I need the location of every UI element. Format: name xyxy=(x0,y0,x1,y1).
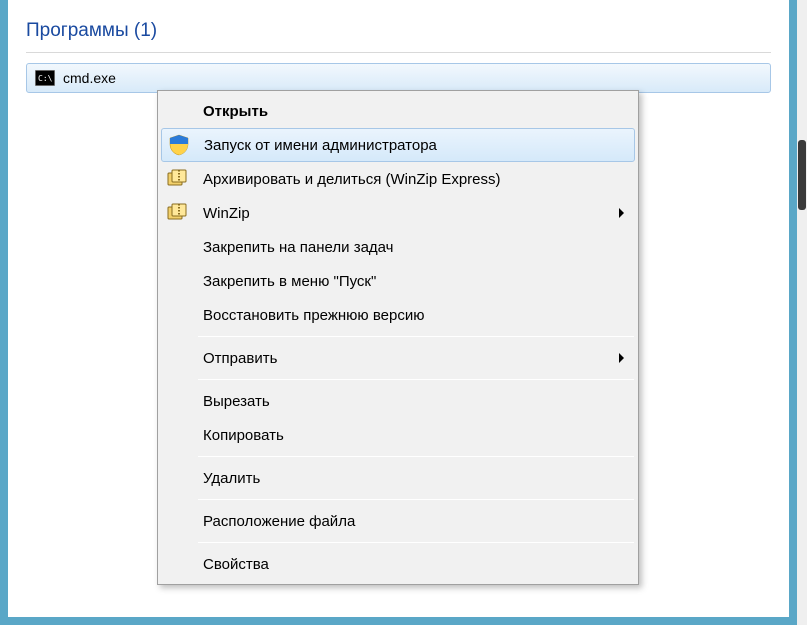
menu-item-restore-previous[interactable]: Восстановить прежнюю версию xyxy=(160,298,636,332)
search-result-item[interactable]: C:\ cmd.exe xyxy=(26,63,771,93)
shield-icon xyxy=(168,134,190,156)
result-label: cmd.exe xyxy=(63,70,116,86)
menu-separator xyxy=(198,379,634,380)
menu-item-properties[interactable]: Свойства xyxy=(160,547,636,581)
menu-label: Закрепить на панели задач xyxy=(203,239,394,256)
menu-separator xyxy=(198,456,634,457)
menu-item-run-as-admin[interactable]: Запуск от имени администратора xyxy=(161,128,635,162)
menu-item-winzip[interactable]: WinZip xyxy=(160,196,636,230)
menu-item-delete[interactable]: Удалить xyxy=(160,461,636,495)
menu-label: Открыть xyxy=(203,103,268,120)
menu-label: Отправить xyxy=(203,350,277,367)
chevron-right-icon xyxy=(619,208,624,218)
menu-item-file-location[interactable]: Расположение файла xyxy=(160,504,636,538)
menu-item-open[interactable]: Открыть xyxy=(160,94,636,128)
menu-item-winzip-express[interactable]: Архивировать и делиться (WinZip Express) xyxy=(160,162,636,196)
winzip-icon xyxy=(166,202,188,224)
menu-label: Свойства xyxy=(203,556,269,573)
section-title: Программы (1) xyxy=(26,20,157,41)
menu-separator xyxy=(198,336,634,337)
menu-label: Расположение файла xyxy=(203,513,355,530)
winzip-icon xyxy=(166,168,188,190)
menu-label: Восстановить прежнюю версию xyxy=(203,307,424,324)
menu-item-send-to[interactable]: Отправить xyxy=(160,341,636,375)
menu-separator xyxy=(198,499,634,500)
section-header: Программы (1) xyxy=(26,20,771,53)
menu-label: Закрепить в меню "Пуск" xyxy=(203,273,376,290)
cmd-icon: C:\ xyxy=(35,70,55,86)
menu-label: Запуск от имени администратора xyxy=(204,137,437,154)
menu-label: WinZip xyxy=(203,205,250,222)
menu-label: Архивировать и делиться (WinZip Express) xyxy=(203,171,501,188)
menu-label: Вырезать xyxy=(203,393,270,410)
page-scrollbar[interactable] xyxy=(797,0,807,625)
context-menu: Открыть Запуск от имени администратора А… xyxy=(157,90,639,585)
chevron-right-icon xyxy=(619,353,624,363)
menu-separator xyxy=(198,542,634,543)
menu-item-pin-start[interactable]: Закрепить в меню "Пуск" xyxy=(160,264,636,298)
menu-label: Копировать xyxy=(203,427,284,444)
menu-label: Удалить xyxy=(203,470,260,487)
menu-item-pin-taskbar[interactable]: Закрепить на панели задач xyxy=(160,230,636,264)
scrollbar-thumb[interactable] xyxy=(798,140,806,210)
menu-item-copy[interactable]: Копировать xyxy=(160,418,636,452)
menu-item-cut[interactable]: Вырезать xyxy=(160,384,636,418)
